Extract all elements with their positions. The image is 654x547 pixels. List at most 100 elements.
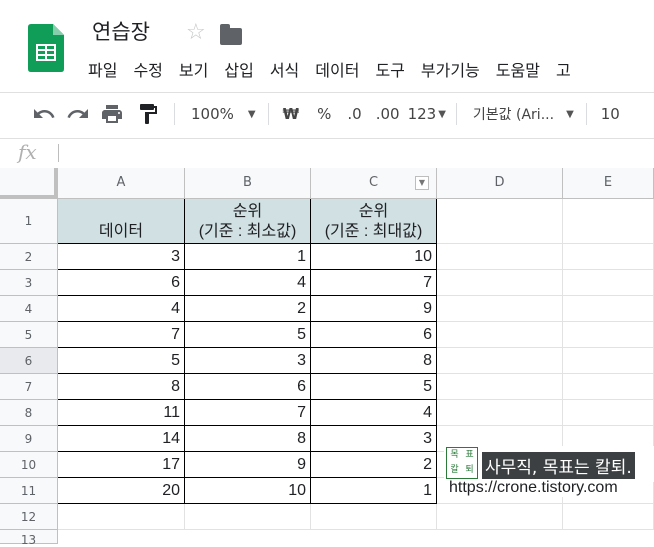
header-cell-rank-min[interactable]: 순위 (기준 : 최소값) (185, 199, 311, 244)
data-cell[interactable]: 3 (58, 244, 185, 270)
row-header[interactable]: 1 (0, 199, 58, 244)
data-cell[interactable]: 7 (58, 322, 185, 348)
header-cell-rank-max[interactable]: 순위 (기준 : 최대값) (311, 199, 437, 244)
empty-cell[interactable] (185, 504, 311, 530)
folder-icon[interactable] (220, 24, 242, 45)
empty-cell[interactable] (563, 374, 654, 400)
font-family-select[interactable]: 기본값 (Ari... (473, 104, 554, 124)
empty-cell[interactable] (437, 244, 563, 270)
header-cell-data[interactable]: 데이터 (58, 199, 185, 244)
empty-cell[interactable] (437, 400, 563, 426)
row-header[interactable]: 7 (0, 374, 58, 400)
empty-cell[interactable] (58, 504, 185, 530)
empty-cell[interactable] (563, 504, 654, 530)
data-cell[interactable]: 4 (58, 296, 185, 322)
menu-file[interactable]: 파일 (80, 58, 125, 84)
number-format-select[interactable]: 123 (408, 105, 437, 123)
row-header[interactable]: 11 (0, 478, 58, 504)
data-cell[interactable]: 6 (311, 322, 437, 348)
zoom-caret-icon[interactable]: ▼ (248, 109, 256, 120)
empty-cell[interactable] (563, 199, 654, 244)
row-header[interactable]: 4 (0, 296, 58, 322)
data-cell[interactable]: 2 (311, 452, 437, 478)
column-header-b[interactable]: B (185, 168, 311, 199)
menu-more[interactable]: 고 (548, 58, 579, 84)
empty-cell[interactable] (563, 348, 654, 374)
menu-edit[interactable]: 수정 (125, 58, 170, 84)
data-cell[interactable]: 5 (185, 322, 311, 348)
data-cell[interactable]: 4 (311, 400, 437, 426)
paint-format-icon[interactable] (136, 102, 160, 126)
menu-help[interactable]: 도움말 (488, 58, 548, 84)
currency-format-button[interactable]: ₩ (283, 105, 300, 123)
font-size-select[interactable]: 10 (601, 105, 620, 123)
menu-format[interactable]: 서식 (262, 58, 307, 84)
filter-dropdown-icon[interactable]: ▼ (415, 176, 429, 190)
empty-cell[interactable] (437, 348, 563, 374)
undo-icon[interactable] (32, 102, 56, 126)
data-cell[interactable]: 8 (58, 374, 185, 400)
data-cell[interactable]: 8 (311, 348, 437, 374)
data-cell[interactable]: 10 (185, 478, 311, 504)
empty-cell[interactable] (437, 504, 563, 530)
empty-cell[interactable] (563, 400, 654, 426)
empty-cell[interactable] (437, 374, 563, 400)
menu-addons[interactable]: 부가기능 (413, 58, 488, 84)
select-all-corner[interactable] (0, 168, 58, 199)
row-header[interactable]: 12 (0, 504, 58, 530)
data-cell[interactable]: 1 (185, 244, 311, 270)
empty-cell[interactable] (437, 296, 563, 322)
empty-cell[interactable] (311, 504, 437, 530)
data-cell[interactable]: 14 (58, 426, 185, 452)
empty-cell[interactable] (437, 199, 563, 244)
data-cell[interactable]: 3 (311, 426, 437, 452)
data-cell[interactable]: 7 (185, 400, 311, 426)
menu-data[interactable]: 데이터 (307, 58, 367, 84)
row-header[interactable]: 8 (0, 400, 58, 426)
font-caret-icon[interactable]: ▼ (566, 109, 574, 120)
data-cell[interactable]: 6 (185, 374, 311, 400)
star-icon[interactable]: ☆ (186, 20, 206, 45)
data-cell[interactable]: 6 (58, 270, 185, 296)
data-cell[interactable]: 7 (311, 270, 437, 296)
row-header[interactable]: 5 (0, 322, 58, 348)
row-header[interactable]: 2 (0, 244, 58, 270)
number-format-caret-icon[interactable]: ▼ (438, 109, 446, 120)
percent-format-button[interactable]: % (317, 105, 331, 123)
data-cell[interactable]: 9 (185, 452, 311, 478)
formula-input[interactable] (66, 144, 646, 164)
google-sheets-logo[interactable] (28, 24, 64, 72)
data-cell[interactable]: 9 (311, 296, 437, 322)
menu-tools[interactable]: 도구 (367, 58, 412, 84)
row-header[interactable]: 10 (0, 452, 58, 478)
empty-cell[interactable] (563, 270, 654, 296)
menu-insert[interactable]: 삽입 (216, 58, 261, 84)
data-cell[interactable]: 3 (185, 348, 311, 374)
data-cell[interactable]: 17 (58, 452, 185, 478)
empty-cell[interactable] (563, 322, 654, 348)
empty-cell[interactable] (437, 270, 563, 296)
data-cell[interactable]: 2 (185, 296, 311, 322)
empty-cell[interactable] (563, 244, 654, 270)
data-cell[interactable]: 5 (311, 374, 437, 400)
row-header[interactable]: 6 (0, 348, 58, 374)
zoom-select[interactable]: 100% (191, 105, 234, 123)
increase-decimal-button[interactable]: .00 (376, 105, 400, 123)
data-cell[interactable]: 4 (185, 270, 311, 296)
row-header[interactable]: 9 (0, 426, 58, 452)
decrease-decimal-button[interactable]: .0 (347, 105, 361, 123)
empty-cell[interactable] (563, 296, 654, 322)
data-cell[interactable]: 1 (311, 478, 437, 504)
print-icon[interactable] (100, 102, 124, 126)
data-cell[interactable]: 5 (58, 348, 185, 374)
data-cell[interactable]: 20 (58, 478, 185, 504)
redo-icon[interactable] (66, 102, 90, 126)
empty-cell[interactable] (437, 322, 563, 348)
data-cell[interactable]: 8 (185, 426, 311, 452)
column-header-a[interactable]: A (58, 168, 185, 199)
data-cell[interactable]: 11 (58, 400, 185, 426)
menu-view[interactable]: 보기 (171, 58, 216, 84)
row-header[interactable]: 3 (0, 270, 58, 296)
column-header-d[interactable]: D (437, 168, 563, 199)
row-header[interactable]: 13 (0, 530, 58, 547)
